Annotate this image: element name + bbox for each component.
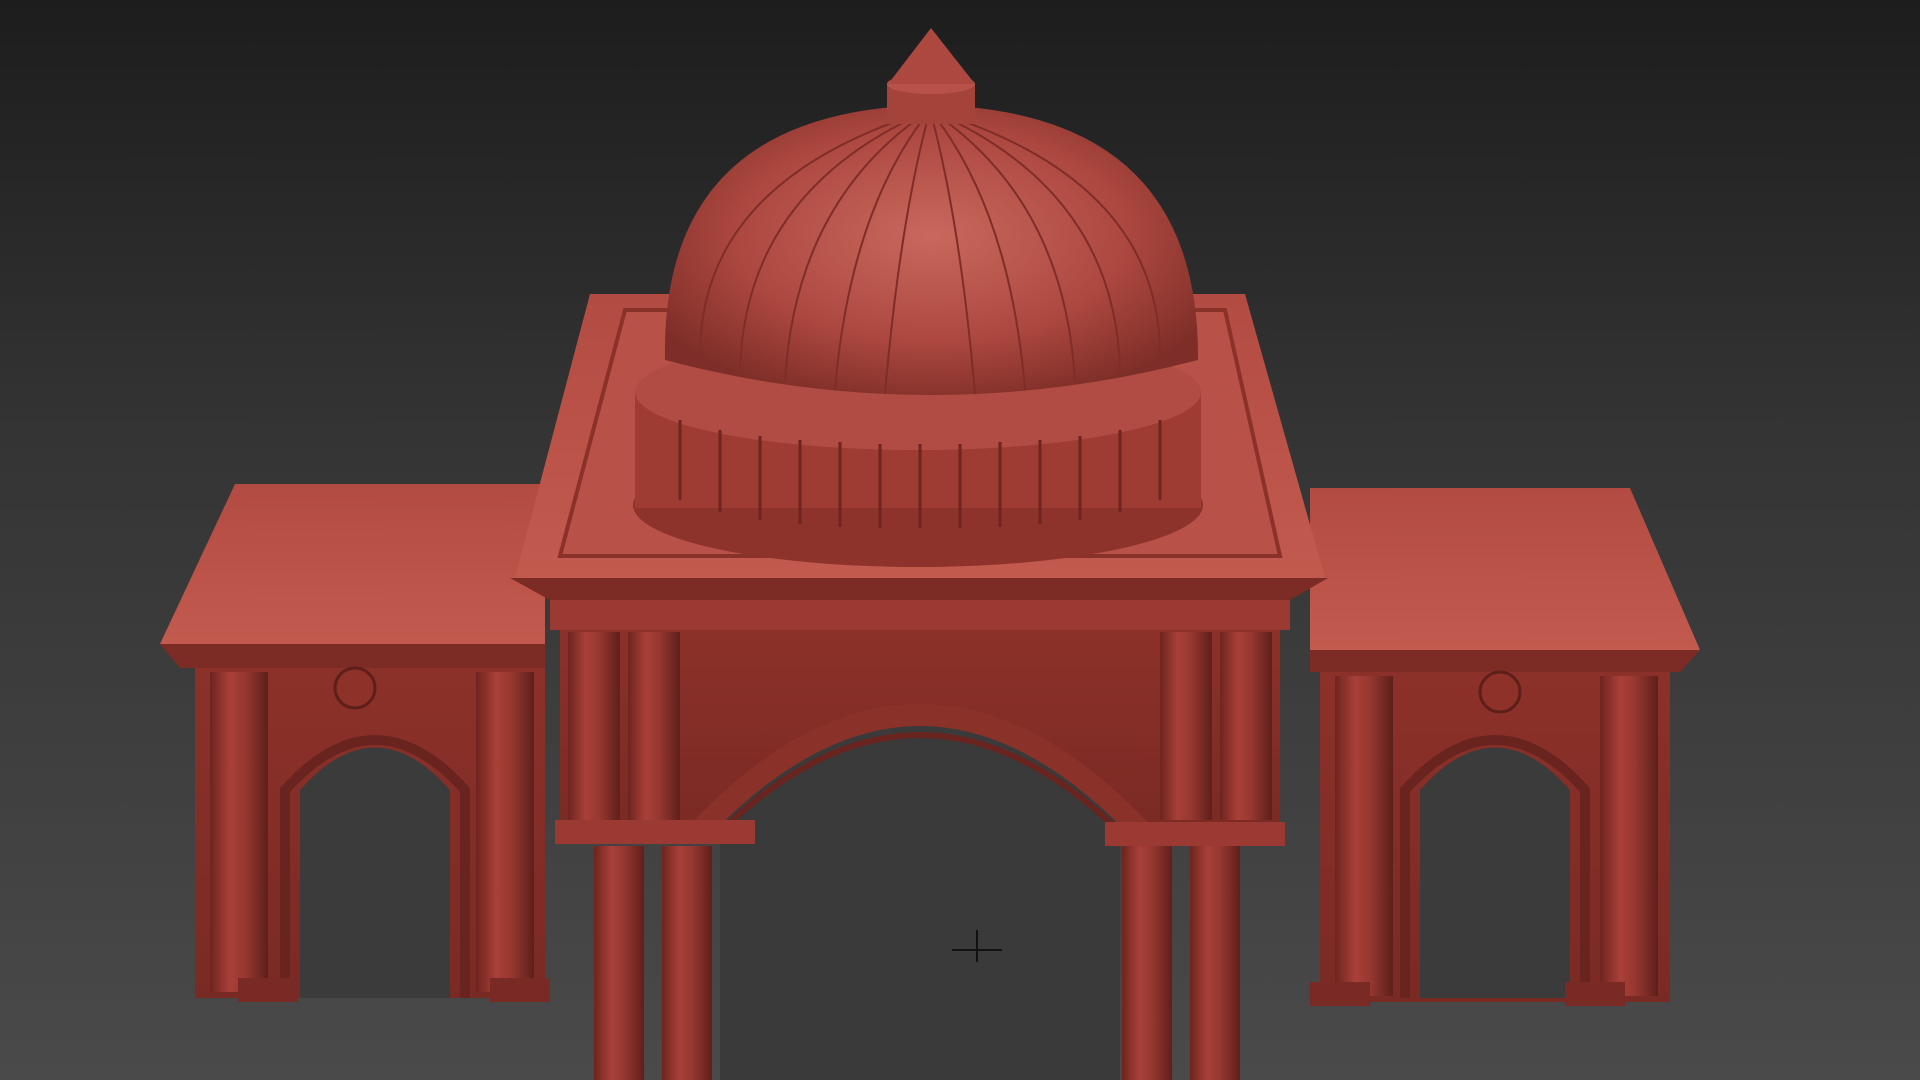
left-wing-roof (160, 484, 545, 644)
central-lower-column-4 (1190, 846, 1240, 1080)
left-wing-column-2 (476, 672, 534, 992)
central-upper-column-3 (1160, 632, 1212, 820)
3d-viewport[interactable] (0, 0, 1920, 1080)
right-wing-medallion (1478, 670, 1522, 714)
right-wing-base-2 (1565, 982, 1625, 1006)
right-wing-base-1 (1310, 982, 1370, 1006)
right-wing-column-2 (1600, 676, 1658, 996)
right-wing-arch-opening (1420, 747, 1570, 998)
left-wing-cornice (160, 644, 545, 668)
left-wing-arch-opening (300, 747, 450, 998)
model-render[interactable] (0, 0, 1920, 1080)
left-wing-base-1 (238, 978, 298, 1002)
left-wing-column-1 (210, 672, 268, 992)
central-lower-column-3 (1122, 846, 1172, 1080)
central-cornice (510, 578, 1328, 600)
central-upper-column-2 (628, 632, 680, 820)
central-upper-column-4 (1220, 632, 1272, 820)
left-wing (160, 484, 550, 1002)
left-wing-medallion (333, 666, 377, 710)
right-ledge (1105, 822, 1285, 846)
central-frieze (550, 600, 1290, 630)
right-wing-roof (1310, 488, 1700, 650)
right-wing-cornice (1310, 650, 1700, 672)
left-wing-base-2 (490, 978, 550, 1002)
right-wing (1310, 488, 1700, 1006)
left-ledge (555, 820, 755, 844)
dome-spire (888, 28, 975, 84)
central-lower-column-2 (662, 846, 712, 1080)
dome (633, 28, 1203, 567)
central-upper-column-1 (568, 632, 620, 820)
right-wing-column-1 (1335, 676, 1393, 996)
central-lower-column-1 (594, 846, 644, 1080)
